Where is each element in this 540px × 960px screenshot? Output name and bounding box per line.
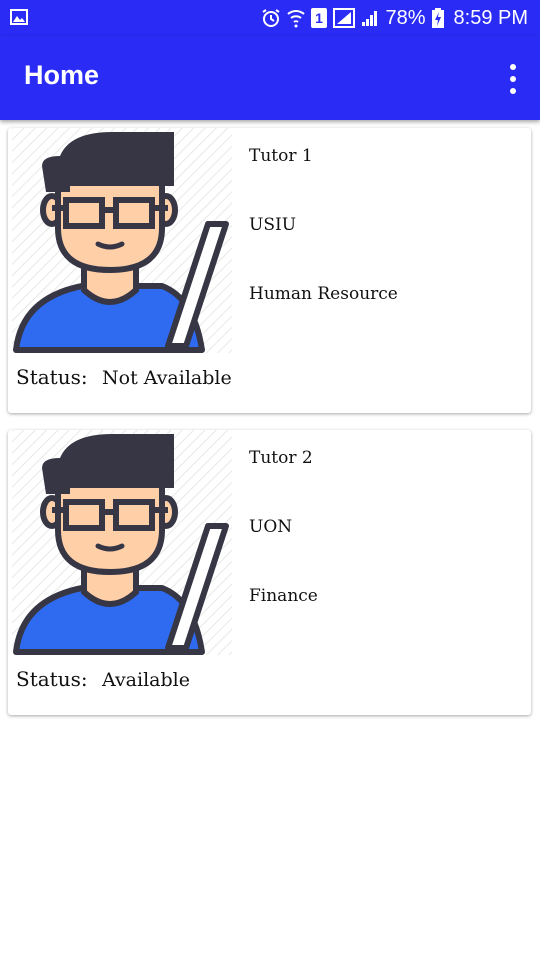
overflow-menu-icon[interactable] <box>506 64 520 94</box>
tutor-name: Tutor 2 <box>249 448 313 468</box>
clock: 8:59 PM <box>453 6 528 29</box>
status-label: Status: <box>16 365 88 389</box>
image-icon <box>10 9 28 25</box>
status-bar: 1 78% 8:59 PM <box>0 0 540 36</box>
wifi-icon <box>287 8 306 28</box>
status-icons: 1 78% 8:59 PM <box>261 0 528 36</box>
sim-icon: 1 <box>311 8 328 28</box>
sim-slot-label: 1 <box>316 10 324 26</box>
battery-percent: 78% <box>385 6 426 29</box>
tutor-card[interactable]: Tutor 1 USIU Human Resource Status: Not … <box>8 128 531 413</box>
tutor-department: Human Resource <box>249 284 398 304</box>
tutor-department: Finance <box>249 586 318 606</box>
signal-icon <box>333 8 356 28</box>
menu-dot <box>510 88 516 94</box>
page-title: Home <box>24 60 100 90</box>
battery-icon <box>431 8 444 28</box>
status-value: Not Available <box>102 367 232 389</box>
tutor-school: USIU <box>249 215 297 235</box>
menu-dot <box>510 76 516 82</box>
alarm-icon <box>261 8 281 28</box>
tutor-name: Tutor 1 <box>249 146 313 166</box>
signal-strength-icon <box>361 9 379 27</box>
tutor-card[interactable]: Tutor 2 UON Finance Status: Available <box>8 430 531 715</box>
menu-dot <box>510 64 516 70</box>
tutor-school: UON <box>249 517 293 537</box>
status-value: Available <box>102 669 190 691</box>
status-label: Status: <box>16 667 88 691</box>
tutor-avatar-icon <box>12 128 232 353</box>
app-bar: Home <box>0 36 540 120</box>
tutor-avatar-icon <box>12 430 232 655</box>
